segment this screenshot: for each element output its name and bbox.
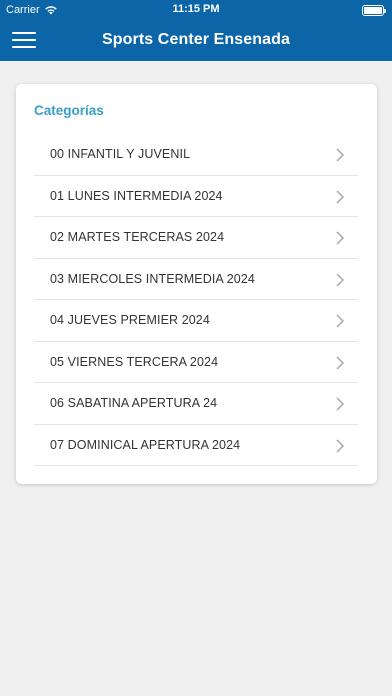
list-item[interactable]: 06 SABATINA APERTURA 24 bbox=[34, 383, 358, 425]
page-title: Sports Center Ensenada bbox=[101, 31, 291, 48]
list-item[interactable]: 07 DOMINICAL APERTURA 2024 bbox=[34, 425, 358, 466]
chevron-right-icon bbox=[336, 231, 345, 245]
list-item[interactable]: 01 LUNES INTERMEDIA 2024 bbox=[34, 176, 358, 217]
chevron-right-icon bbox=[336, 397, 345, 411]
chevron-right-icon bbox=[336, 189, 345, 204]
chevron-right-icon bbox=[336, 314, 345, 328]
list-item-label: 05 VIERNES TERCERA 2024 bbox=[50, 354, 219, 369]
categories-heading: Categorías bbox=[34, 103, 104, 118]
list-item[interactable]: 00 INFANTIL Y JUVENIL bbox=[34, 134, 358, 176]
battery-icon bbox=[362, 5, 386, 16]
navigation-bar: Sports Center Ensenada bbox=[0, 20, 392, 61]
list-item-label: 03 MIERCOLES INTERMEDIA 2024 bbox=[50, 271, 255, 286]
categories-list: 00 INFANTIL Y JUVENIL 01 LUNES INTERMEDI… bbox=[34, 134, 358, 466]
list-item-label: 06 SABATINA APERTURA 24 bbox=[50, 396, 218, 410]
chevron-right-icon bbox=[336, 355, 345, 370]
status-time: 11:15 PM bbox=[172, 3, 220, 15]
categories-card: Categorías 00 INFANTIL Y JUVENIL 01 LUNE… bbox=[16, 84, 377, 484]
list-item-label: 00 INFANTIL Y JUVENIL bbox=[50, 147, 191, 161]
status-bar: Carrier 11:15 PM bbox=[0, 0, 392, 20]
chevron-right-icon bbox=[336, 438, 345, 453]
list-item[interactable]: 02 MARTES TERCERAS 2024 bbox=[34, 217, 358, 259]
list-item-label: 07 DOMINICAL APERTURA 2024 bbox=[50, 437, 241, 452]
list-item-label: 01 LUNES INTERMEDIA 2024 bbox=[50, 188, 223, 203]
list-item-label: 02 MARTES TERCERAS 2024 bbox=[50, 230, 225, 244]
list-item[interactable]: 03 MIERCOLES INTERMEDIA 2024 bbox=[34, 259, 358, 300]
list-item-label: 04 JUEVES PREMIER 2024 bbox=[50, 313, 210, 327]
chevron-right-icon bbox=[336, 148, 345, 162]
chevron-right-icon bbox=[336, 272, 345, 287]
list-item[interactable]: 05 VIERNES TERCERA 2024 bbox=[34, 342, 358, 383]
list-item[interactable]: 04 JUEVES PREMIER 2024 bbox=[34, 300, 358, 342]
